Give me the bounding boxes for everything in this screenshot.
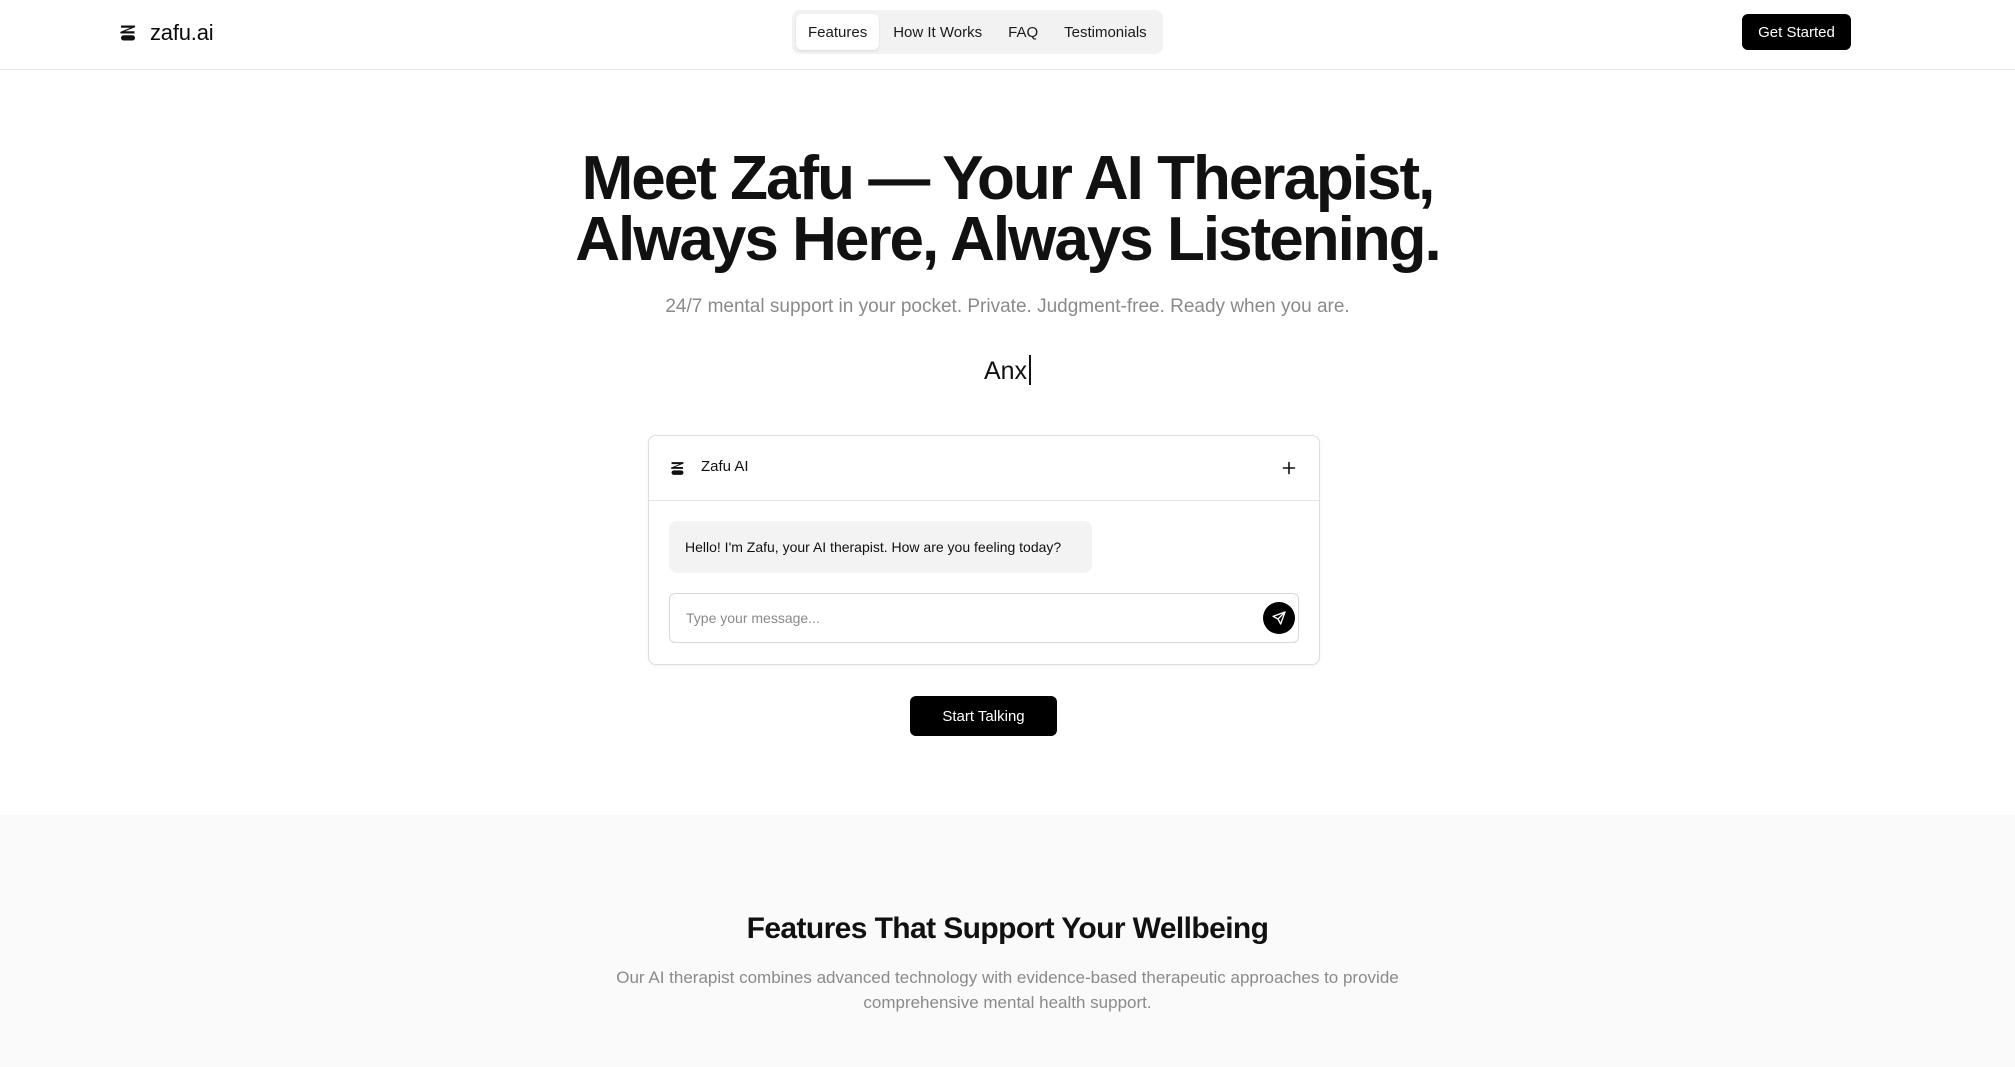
nav-item-faq[interactable]: FAQ [996, 14, 1050, 50]
typing-animation: Anx [0, 354, 2015, 388]
send-icon [1272, 611, 1286, 625]
plus-icon[interactable] [1279, 458, 1299, 478]
chat-header: Zafu AI [649, 436, 1319, 501]
get-started-button[interactable]: Get Started [1742, 14, 1851, 50]
hero-title-line-1: Meet Zafu — Your AI Therapist, [581, 144, 1436, 213]
hero-title: Meet Zafu — Your AI Therapist, Always He… [0, 144, 2015, 274]
hero-subtitle: 24/7 mental support in your pocket. Priv… [665, 296, 1350, 317]
message-input[interactable] [671, 595, 1241, 641]
site-header: zafu.ai Features How It Works FAQ Testim… [0, 0, 2015, 70]
features-description: Our AI therapist combines advanced techn… [616, 968, 1399, 1012]
chat-widget: Zafu AI Hello! I'm Zafu, your AI therapi… [648, 435, 1320, 665]
bot-message-text: Hello! I'm Zafu, your AI therapist. How … [685, 539, 1062, 555]
nav-item-how-it-works[interactable]: How It Works [881, 14, 994, 50]
bot-message-bubble: Hello! I'm Zafu, your AI therapist. How … [669, 521, 1092, 573]
hero-title-line-2: Always Here, Always Listening. [575, 205, 1442, 274]
nav-item-testimonials[interactable]: Testimonials [1052, 14, 1159, 50]
message-input-container [669, 593, 1299, 643]
zafu-logo-icon [120, 25, 136, 41]
typing-text: Anx [983, 357, 1028, 385]
main-nav: Features How It Works FAQ Testimonials [792, 10, 1163, 54]
nav-item-features[interactable]: Features [796, 14, 880, 50]
start-talking-button[interactable]: Start Talking [910, 696, 1057, 736]
features-section: Features That Support Your Wellbeing Our… [0, 815, 2015, 1067]
typing-caret [1029, 355, 1032, 385]
send-button[interactable] [1263, 602, 1295, 634]
zafu-logo-icon [670, 462, 684, 475]
features-title: Features That Support Your Wellbeing [746, 912, 1269, 945]
brand-name: zafu.ai [150, 20, 214, 45]
chat-title: Zafu AI [701, 458, 749, 475]
brand-logo-link[interactable]: zafu.ai [118, 18, 214, 48]
